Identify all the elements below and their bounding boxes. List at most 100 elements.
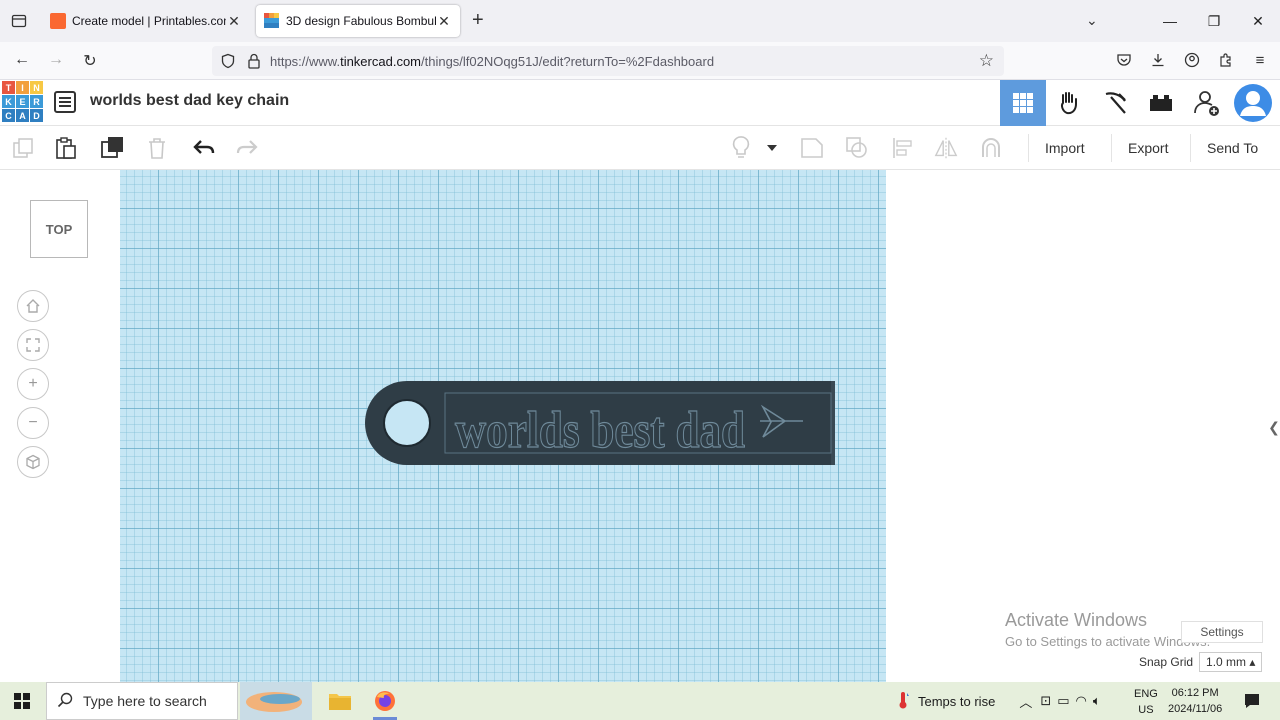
group-button[interactable] — [799, 135, 825, 161]
close-tab-icon[interactable]: ✕ — [226, 13, 242, 30]
printables-favicon-icon — [50, 13, 66, 29]
light-bulb-button[interactable] — [728, 135, 754, 161]
volume-icon[interactable]: 🔈︎ — [1093, 693, 1101, 709]
zoom-in-button[interactable]: + — [17, 368, 49, 400]
copy-button[interactable] — [10, 135, 36, 161]
fit-view-button[interactable] — [17, 329, 49, 361]
mirror-button[interactable] — [933, 135, 959, 161]
undo-button[interactable] — [191, 135, 217, 161]
tracking-protection-icon[interactable] — [220, 53, 236, 69]
snap-grid-select[interactable]: 1.0 mm ▴ — [1199, 652, 1263, 672]
search-highlight-image[interactable] — [240, 682, 312, 720]
account-icon[interactable] — [1182, 50, 1202, 70]
maximize-icon[interactable]: ❐ — [1192, 13, 1236, 30]
windows-taskbar: Type here to search Temps to rise ︿ ⊡ ▭ … — [0, 682, 1280, 720]
user-avatar[interactable] — [1230, 80, 1276, 126]
redo-icon — [236, 140, 258, 154]
fit-view-icon — [26, 338, 40, 352]
view-cube[interactable]: TOP — [30, 200, 88, 258]
extensions-icon[interactable] — [1216, 50, 1236, 70]
group-icon — [801, 138, 823, 158]
browser-tab-strip: Create model | Printables.com ✕ 3D desig… — [0, 0, 1280, 42]
3d-design-view-button[interactable] — [1000, 80, 1046, 126]
new-tab-icon[interactable]: + — [472, 10, 484, 30]
weather-text[interactable]: Temps to rise — [918, 694, 995, 709]
magnet-icon — [982, 138, 1000, 157]
hand-icon — [1061, 92, 1077, 115]
menu-icon[interactable]: ≡ — [1250, 50, 1270, 70]
chevron-left-icon: ❮ — [1268, 418, 1280, 435]
import-button[interactable]: Import — [1028, 134, 1101, 162]
align-button[interactable] — [890, 135, 916, 161]
windows-start-icon[interactable] — [14, 693, 30, 709]
duplicate-icon — [101, 137, 123, 158]
minecraft-button[interactable] — [1092, 80, 1138, 126]
meet-now-icon[interactable]: ⊡ — [1040, 693, 1051, 709]
file-explorer-icon[interactable] — [318, 682, 362, 720]
downloads-icon[interactable] — [1148, 50, 1168, 70]
network-icon[interactable]: ◠ — [1076, 693, 1087, 709]
browser-nav-bar: ← → ↻ https://www.tinkercad.com/things/l… — [0, 42, 1280, 80]
tab-title: Create model | Printables.com — [72, 14, 226, 28]
add-user-icon — [1194, 91, 1219, 116]
avatar-icon — [1234, 84, 1272, 122]
list-all-tabs-icon[interactable]: ⌄ — [1086, 12, 1098, 29]
undo-icon — [193, 140, 215, 154]
settings-button[interactable]: Settings — [1181, 621, 1263, 643]
address-bar[interactable]: https://www.tinkercad.com/things/lf02NOq… — [212, 46, 1004, 76]
firefox-icon[interactable] — [363, 682, 407, 720]
lock-icon[interactable] — [246, 52, 262, 70]
forward-icon[interactable]: → — [46, 51, 66, 69]
tinkercad-logo[interactable]: T I N K E R C A D — [2, 81, 43, 123]
tab-printables[interactable]: Create model | Printables.com ✕ — [42, 5, 250, 37]
redo-button[interactable] — [234, 135, 260, 161]
cruise-button[interactable] — [978, 135, 1004, 161]
zoom-out-button[interactable]: − — [17, 407, 49, 439]
close-tab-icon[interactable]: ✕ — [436, 13, 452, 30]
search-placeholder: Type here to search — [83, 693, 207, 709]
clock[interactable]: 06:12 PM 2024/11/06 — [1168, 685, 1222, 717]
light-dropdown-button[interactable] — [762, 135, 782, 161]
lightbulb-icon — [732, 136, 750, 158]
home-view-button[interactable] — [17, 290, 49, 322]
sim-lab-button[interactable] — [1046, 80, 1092, 126]
minimize-icon[interactable]: — — [1148, 13, 1192, 29]
duplicate-button[interactable] — [100, 135, 126, 161]
tray-chevron-up-icon[interactable]: ︿ — [1019, 692, 1032, 711]
battery-icon[interactable]: ▭ — [1057, 693, 1069, 709]
pocket-icon[interactable] — [1114, 50, 1134, 70]
keychain-model[interactable]: worlds best dad — [365, 381, 835, 465]
tinkercad-header: T I N K E R C A D worlds best dad key ch… — [0, 80, 1280, 126]
tab-tinkercad[interactable]: 3D design Fabulous Bombul - T ✕ — [256, 5, 460, 37]
design-list-icon[interactable] — [54, 91, 76, 113]
close-window-icon[interactable]: ✕ — [1236, 13, 1280, 30]
workspace[interactable]: worlds best dad TOP + − ❮ Activate Windo… — [0, 170, 1280, 682]
workplane-grid[interactable]: worlds best dad — [120, 170, 886, 682]
reload-icon[interactable]: ↻ — [80, 51, 100, 71]
add-user-button[interactable] — [1184, 80, 1230, 126]
paste-button[interactable] — [53, 135, 79, 161]
align-icon — [893, 138, 912, 158]
send-to-button[interactable]: Send To — [1190, 134, 1274, 162]
bookmark-star-icon[interactable]: ☆ — [979, 51, 994, 71]
pickaxe-icon — [1105, 92, 1126, 114]
tab-title: 3D design Fabulous Bombul - T — [286, 14, 436, 28]
snap-grid-control[interactable]: Snap Grid 1.0 mm ▴ — [1139, 652, 1263, 672]
language-indicator[interactable]: ENG US — [1134, 686, 1158, 718]
delete-button[interactable] — [144, 135, 170, 161]
design-title[interactable]: worlds best dad key chain — [90, 92, 289, 110]
taskbar-search-box[interactable]: Type here to search — [46, 682, 238, 720]
tinkercad-favicon-icon — [264, 13, 280, 29]
shapes-panel-toggle[interactable]: ❮ — [1268, 410, 1280, 444]
activate-windows-watermark: Activate Windows Go to Settings to activ… — [1005, 610, 1211, 649]
notifications-icon[interactable] — [1230, 682, 1274, 720]
ungroup-button[interactable] — [844, 135, 870, 161]
tab-list-icon[interactable] — [8, 10, 30, 32]
editor-toolbar: Import Export Send To — [0, 126, 1280, 170]
snap-grid-label: Snap Grid — [1139, 655, 1194, 669]
export-button[interactable]: Export — [1111, 134, 1184, 162]
bricks-button[interactable] — [1138, 80, 1184, 126]
weather-icon[interactable] — [896, 690, 910, 713]
ortho-view-button[interactable] — [17, 446, 49, 478]
back-icon[interactable]: ← — [12, 51, 32, 69]
